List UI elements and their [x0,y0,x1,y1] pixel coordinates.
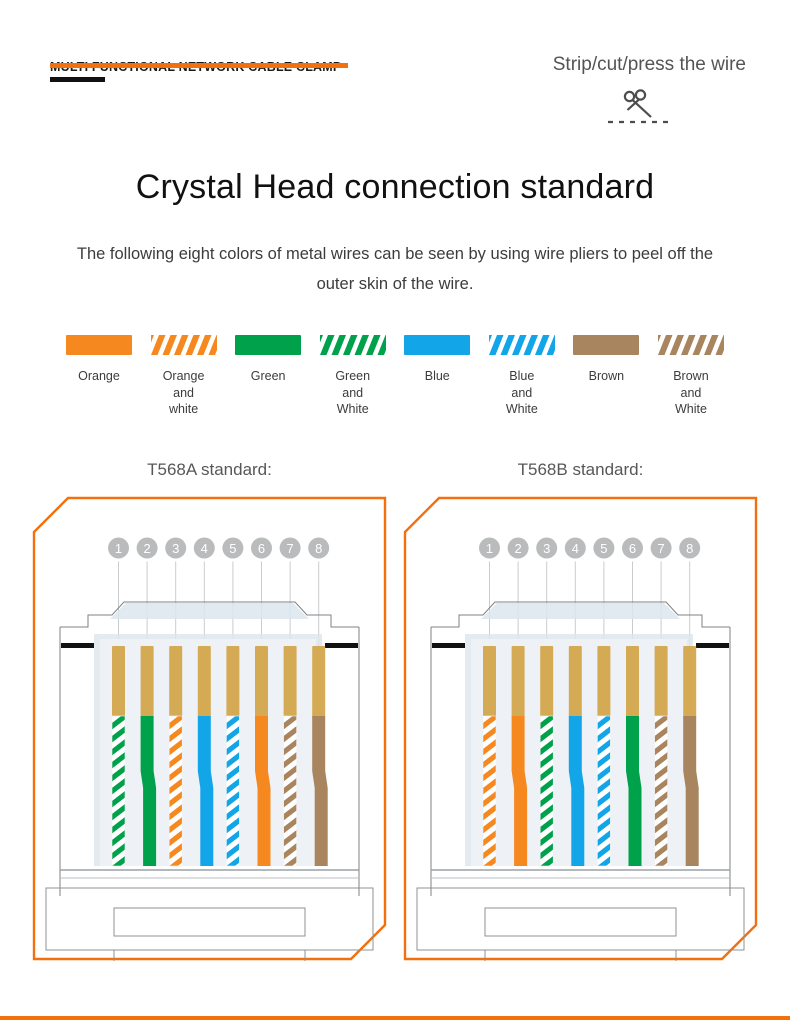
contact-pin [483,645,496,718]
legend-label: Blue [424,369,450,383]
pin-number-label: 4 [201,541,208,556]
wire-orange-white [168,715,183,866]
legend-swatch-solid [235,335,302,355]
connector-diagram-t568a: 1 2 3 4 5 6 7 8 [32,496,387,961]
standard-title: T568B standard: [517,459,644,479]
brand-title-group: MULTI FUNCTIONAL NETWORK CABLE CLAMP [50,52,350,86]
wire-brown-white [654,715,668,866]
legend-item: Blue and White [480,335,564,418]
plug-tab-right [325,642,358,648]
brand-strike-bar [50,63,348,68]
cable-boot-inner [484,907,677,936]
pin-number-label: 5 [229,541,236,556]
pin-number-label: 7 [286,541,293,556]
contact-pin [312,645,326,718]
pin-number-label: 7 [657,541,664,556]
contact-pin [683,645,697,718]
legend-item: Brown and White [649,335,733,418]
legend-label: Blue and White [505,369,538,416]
contact-pin [597,645,611,718]
header-right-group: Strip/cut/press the wire [553,54,746,126]
pin-number-label: 3 [543,541,550,556]
wire-blue-white [226,715,240,866]
pin-number-label: 3 [172,541,179,556]
contact-pin [112,645,125,718]
legend-item: Green [226,335,310,418]
legend-item: Blue [395,335,479,418]
contact-pin [568,645,582,718]
plug-tab-left [61,642,94,648]
strip-cut-press-label: Strip/cut/press the wire [552,54,746,75]
plug-tab-left [432,642,465,648]
cable-boot-outer [416,887,745,950]
connector-diagram-t568b: 1 2 3 4 5 6 7 8 [403,496,758,961]
legend-item: Green and White [311,335,395,418]
legend-label: Green and White [335,369,371,416]
brand-underline-bar [50,77,105,82]
legend-label: Orange [78,369,120,383]
legend-label: Brown and White [673,369,709,416]
plug-tab-right [696,642,729,648]
cable-boot-inner [113,907,306,936]
contact-pin [255,645,268,718]
legend-swatch-striped [657,335,724,355]
page-header: MULTI FUNCTIONAL NETWORK CABLE CLAMP Str… [0,0,790,130]
legend-item: Brown [564,335,648,418]
legend-swatch-solid [66,335,132,355]
legend-swatch-striped [319,335,386,355]
wire-color-legend: Orange Orange and white Green Green and Whi… [57,335,733,418]
legend-label: Green [250,369,286,383]
legend-item: Orange and white [142,335,226,418]
legend-swatch-solid [404,335,471,355]
standard-t568a: T568A standard: 1 2 3 4 5 6 7 8 [24,460,395,961]
pin-number-label: 1 [115,541,122,556]
pin-number-label: 6 [629,541,636,556]
legend-swatch-striped [150,335,217,355]
plug-latch [481,602,680,619]
standard-title: T568A standard: [147,459,272,479]
legend-item: Orange [57,335,141,418]
contact-pin [511,645,525,718]
pin-number-label: 5 [600,541,607,556]
pin-number-label: 2 [514,541,521,556]
cable-boot-outer [45,887,374,950]
legend-swatch-solid [573,335,640,355]
contact-pin [654,645,668,718]
standards-row: T568A standard: 1 2 3 4 5 6 7 8 T568B standard:… [0,460,790,961]
page-subtitle: The following eight colors of metal wire… [76,245,714,293]
plug-latch [110,602,309,619]
wire-green-white [539,715,554,866]
contact-pin [626,645,639,718]
wire-brown-white [283,715,297,866]
pin-number-label: 4 [572,541,579,556]
legend-label: Brown [588,369,625,383]
standard-t568b: T568B standard: 1 2 3 4 5 6 7 8 [395,460,766,961]
contact-pin [226,645,240,718]
wire-blue-white [597,715,611,866]
scissors-icon [553,86,724,126]
pin-number-label: 8 [686,541,693,556]
pin-number-label: 2 [143,541,150,556]
pin-number-label: 8 [315,541,322,556]
page-title: Crystal Head connection standard [135,168,655,206]
pin-number-label: 6 [258,541,265,556]
contact-pin [283,645,297,718]
contact-pin [140,645,154,718]
pin-number-label: 1 [486,541,493,556]
contact-pin [169,645,183,718]
contact-pin [197,645,211,718]
bottom-accent-bar [0,1016,790,1020]
legend-label: Orange and white [162,369,205,416]
contact-pin [540,645,554,718]
legend-swatch-striped [488,335,555,355]
